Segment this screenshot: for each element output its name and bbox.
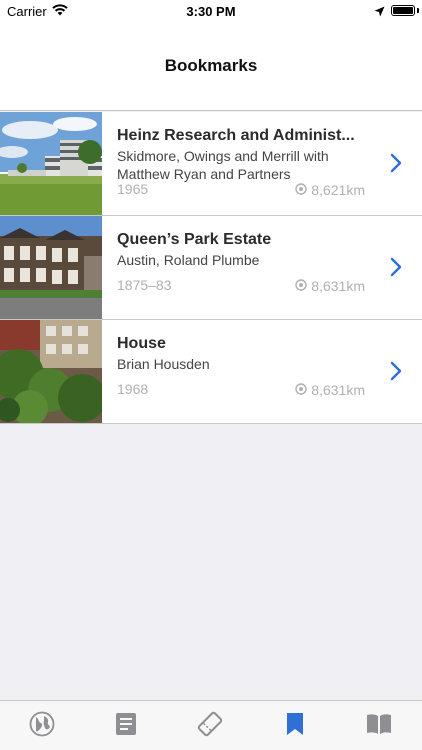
bookmark-title: Queen’s Park Estate <box>117 231 272 248</box>
building-thumbnail <box>0 112 102 215</box>
bookmark-title: Heinz Research and Administ... <box>117 127 355 144</box>
tab-explore[interactable] <box>27 711 57 741</box>
book-icon <box>366 713 392 740</box>
location-pin-icon <box>295 182 307 198</box>
bookmark-distance: 8,631km <box>295 382 365 398</box>
bookmark-year: 1875–83 <box>117 277 172 293</box>
bookmark-year: 1968 <box>117 381 149 397</box>
bookmark-row[interactable]: House Brian Housden 1968 8,631km <box>0 320 422 424</box>
location-pin-icon <box>295 278 307 294</box>
battery-tip <box>417 8 419 13</box>
building-thumbnail <box>0 216 102 319</box>
page-title: Bookmarks <box>164 56 258 75</box>
tab-guide[interactable] <box>364 711 394 741</box>
bookmark-architect: Austin, Roland Plumbe <box>117 252 260 268</box>
bookmark-distance: 8,631km <box>295 278 365 294</box>
building-thumbnail <box>0 320 102 423</box>
location-arrow-icon <box>374 5 385 20</box>
navigation-bar: Bookmarks <box>0 22 422 111</box>
list-icon <box>115 712 137 741</box>
tab-tours[interactable] <box>195 711 225 741</box>
ticket-icon <box>196 710 224 743</box>
location-pin-icon <box>295 382 307 398</box>
chevron-right-icon[interactable] <box>390 361 402 386</box>
distance-value: 8,621km <box>311 182 365 198</box>
bookmark-distance: 8,621km <box>295 182 365 198</box>
status-bar: Carrier 3:30 PM <box>0 0 422 22</box>
bookmark-list: Heinz Research and Administ... Skidmore,… <box>0 112 422 424</box>
battery-icon <box>391 5 415 16</box>
bookmark-row[interactable]: Heinz Research and Administ... Skidmore,… <box>0 112 422 216</box>
distance-value: 8,631km <box>311 382 365 398</box>
globe-icon <box>29 711 55 742</box>
bookmark-architect: Brian Housden <box>117 356 210 372</box>
tab-list[interactable] <box>111 711 141 741</box>
tab-bookmarks[interactable] <box>280 711 310 741</box>
bookmark-title: House <box>117 335 166 352</box>
bookmark-icon <box>286 712 304 741</box>
chevron-right-icon[interactable] <box>390 153 402 178</box>
bookmark-architect: Skidmore, Owings and Merrill with Matthe… <box>117 148 329 182</box>
chevron-right-icon[interactable] <box>390 257 402 282</box>
distance-value: 8,631km <box>311 278 365 294</box>
bookmark-row[interactable]: Queen’s Park Estate Austin, Roland Plumb… <box>0 216 422 320</box>
status-time: 3:30 PM <box>186 4 236 19</box>
tab-bar <box>0 700 422 750</box>
bookmark-year: 1965 <box>117 181 149 197</box>
